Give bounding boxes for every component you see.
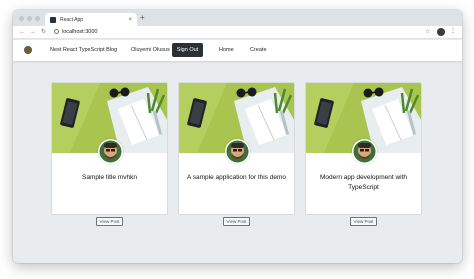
user-name: Oluyemi Olusus bbox=[131, 47, 170, 53]
sign-out-button[interactable]: Sign Out bbox=[172, 43, 203, 57]
post-card: Sample title mvhkn bbox=[51, 82, 168, 215]
site-info-icon[interactable] bbox=[54, 29, 59, 34]
browser-toolbar: ← → ↻ localhost:3000 ☆ ⋮ bbox=[13, 26, 462, 39]
maximize-window-dot[interactable] bbox=[35, 16, 40, 21]
forward-icon[interactable]: → bbox=[30, 28, 36, 36]
post-title: Sample title mvhkn bbox=[82, 174, 137, 181]
browser-tab[interactable]: React App × bbox=[45, 13, 137, 26]
author-avatar bbox=[352, 139, 377, 164]
close-window-dot[interactable] bbox=[19, 16, 24, 21]
browser-menu-icon[interactable]: ⋮ bbox=[450, 27, 456, 36]
minimize-window-dot[interactable] bbox=[27, 16, 32, 21]
view-post-button[interactable]: View Post bbox=[223, 217, 250, 226]
post-card: Modern app development with TypeScript bbox=[305, 82, 422, 215]
author-avatar bbox=[98, 139, 123, 164]
tab-title: React App bbox=[60, 16, 84, 23]
address-bar[interactable]: localhost:3000 bbox=[62, 28, 97, 36]
author-avatar-icon bbox=[99, 140, 122, 163]
post-card: A sample application for this demo bbox=[178, 82, 295, 215]
brand-link[interactable]: Nest React TypeScript Blog bbox=[50, 46, 117, 54]
browser-titlebar: React App × + bbox=[13, 10, 462, 26]
app-logo-icon[interactable] bbox=[24, 46, 32, 54]
view-post-button[interactable]: View Post bbox=[96, 217, 123, 226]
react-favicon-icon bbox=[50, 16, 56, 23]
home-link[interactable]: Home bbox=[219, 46, 234, 54]
new-tab-icon[interactable]: + bbox=[140, 13, 145, 23]
author-avatar bbox=[225, 139, 250, 164]
post-title: Modern app development with TypeScript bbox=[319, 174, 408, 191]
bookmark-star-icon[interactable]: ☆ bbox=[425, 28, 430, 36]
author-avatar-icon bbox=[226, 140, 249, 163]
author-avatar-icon bbox=[353, 140, 376, 163]
view-post-button[interactable]: View Post bbox=[350, 217, 377, 226]
app-navbar: Nest React TypeScript Blog Oluyemi Olusu… bbox=[13, 40, 462, 61]
back-icon[interactable]: ← bbox=[19, 28, 25, 36]
reload-icon[interactable]: ↻ bbox=[41, 28, 46, 36]
browser-window: React App × + ← → ↻ localhost:3000 ☆ ⋮ N… bbox=[13, 10, 462, 263]
create-link[interactable]: Create bbox=[250, 46, 267, 54]
tab-close-icon[interactable]: × bbox=[128, 17, 132, 23]
post-title: A sample application for this demo bbox=[187, 174, 286, 181]
profile-avatar-icon[interactable] bbox=[437, 28, 445, 36]
